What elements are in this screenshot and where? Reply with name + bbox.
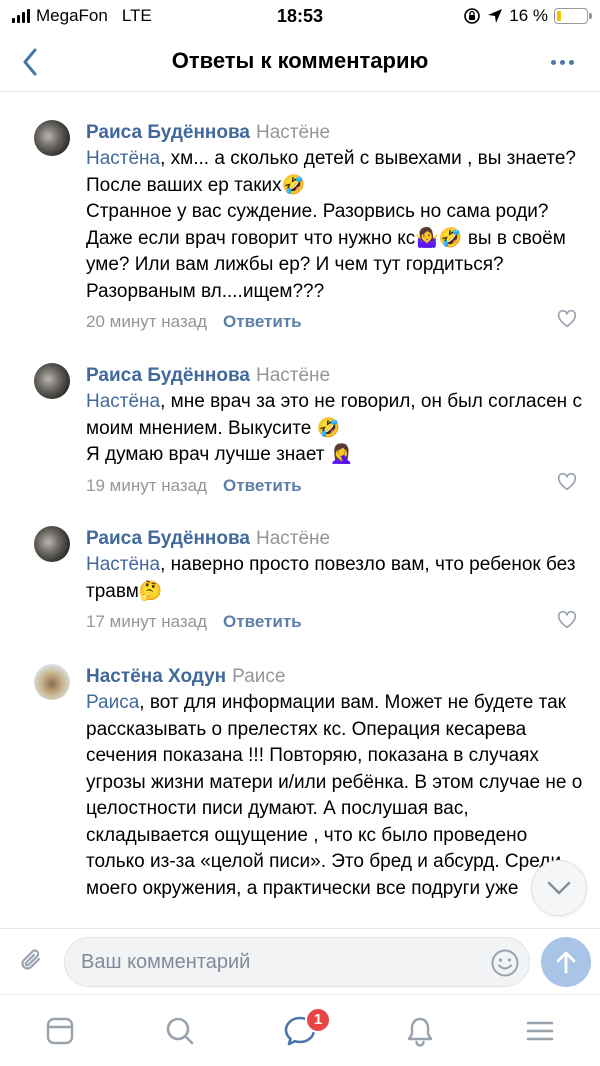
nav-bar: Ответы к комментарию xyxy=(0,32,600,92)
scroll-down-button[interactable] xyxy=(531,860,587,916)
send-arrow-icon xyxy=(556,951,576,974)
comment-text-body: , хм... а сколько детей с вывехами , вы … xyxy=(86,148,576,302)
notifications-icon xyxy=(407,1017,433,1047)
comment-mention[interactable]: Настёна xyxy=(86,391,160,412)
comment-meta: 19 минут назад Ответить xyxy=(86,473,586,499)
comment-author[interactable]: Раиса Будённова xyxy=(86,122,250,143)
tab-menu[interactable] xyxy=(520,1011,560,1051)
comment-time: 17 минут назад xyxy=(86,612,208,631)
comment-text-body: , наверно просто повезло вам, что ребено… xyxy=(86,554,576,602)
heart-icon[interactable] xyxy=(556,471,578,493)
comment-mention[interactable]: Настёна xyxy=(86,554,160,575)
heart-icon[interactable] xyxy=(556,609,578,631)
comment-text-body: , мне врач за это не говорил, он был сог… xyxy=(86,391,582,465)
comment-header: Раиса Будённова Настёне xyxy=(86,363,586,389)
chevron-down-icon xyxy=(547,881,571,895)
comment-input[interactable] xyxy=(81,938,481,986)
avatar[interactable] xyxy=(34,664,70,700)
tab-news[interactable] xyxy=(40,1011,80,1051)
reply-button[interactable]: Ответить xyxy=(223,312,302,331)
comment-body: Раиса Будённова Настёне Настёна, мне врач… xyxy=(86,363,586,499)
emoji-button[interactable] xyxy=(489,947,521,979)
comment-reply-to: Настёне xyxy=(256,122,331,143)
comment-text: Раиса, вот для информации вам. Может не … xyxy=(86,690,586,902)
comment-header: Настёна Ходун Раисе xyxy=(86,664,586,690)
status-bar: MegaFon LTE 18:53 16 % xyxy=(0,0,600,32)
battery-percent: 16 % xyxy=(509,6,548,25)
battery-fill xyxy=(557,11,561,21)
tab-bar: 1 xyxy=(0,994,600,1066)
comment-composer xyxy=(0,928,600,994)
news-icon xyxy=(46,1017,74,1045)
comment-time: 20 минут назад xyxy=(86,312,208,331)
avatar[interactable] xyxy=(34,363,70,399)
comment-author[interactable]: Настёна Ходун xyxy=(86,666,226,687)
tab-notifications[interactable] xyxy=(400,1011,440,1051)
send-button[interactable] xyxy=(541,937,591,987)
comment-author[interactable]: Раиса Будённова xyxy=(86,365,250,386)
avatar[interactable] xyxy=(34,526,70,562)
comment-body: Настёна Ходун Раисе Раиса, вот для информ… xyxy=(86,664,586,902)
status-right: 16 % xyxy=(463,6,592,26)
battery-icon xyxy=(554,8,592,24)
comment-text: Настёна, мне врач за это не говорил, он … xyxy=(86,389,586,469)
location-icon xyxy=(488,9,503,23)
comment-meta: 20 минут назад Ответить xyxy=(86,309,586,335)
page-title: Ответы к комментарию xyxy=(171,48,429,73)
comments-list[interactable]: Раиса Будённова Настёне Настёна, хм... а … xyxy=(0,93,600,928)
comment-time: 19 минут назад xyxy=(86,475,208,495)
comment-mention[interactable]: Настёна xyxy=(86,148,160,169)
more-dot xyxy=(568,59,574,65)
menu-icon xyxy=(526,1021,554,1041)
comment-input-wrapper xyxy=(64,937,530,987)
comment-author[interactable]: Раиса Будённова xyxy=(86,528,250,549)
reply-button[interactable]: Ответить xyxy=(223,476,302,495)
heart-icon[interactable] xyxy=(556,308,578,330)
messages-badge: 1 xyxy=(305,1007,331,1033)
comment-text: Настёна, наверно просто повезло вам, что… xyxy=(86,552,586,605)
more-button[interactable] xyxy=(544,50,580,74)
avatar[interactable] xyxy=(34,120,70,156)
orientation-lock-icon xyxy=(464,8,481,24)
search-icon xyxy=(166,1017,194,1045)
smiley-icon xyxy=(491,949,519,977)
comment-header: Раиса Будённова Настёне xyxy=(86,526,586,552)
attach-button[interactable] xyxy=(14,943,50,979)
comment-mention[interactable]: Раиса xyxy=(86,692,139,713)
tab-search[interactable] xyxy=(160,1011,200,1051)
comment-reply-to: Раисе xyxy=(232,666,286,687)
more-dot xyxy=(559,59,565,65)
comment-body: Раиса Будённова Настёне Настёна, наверно … xyxy=(86,526,586,635)
reply-button[interactable]: Ответить xyxy=(223,612,302,631)
comment-reply-to: Настёне xyxy=(256,528,331,549)
comment-meta: 17 минут назад Ответить xyxy=(86,609,586,635)
more-dots-icon xyxy=(550,59,556,65)
paperclip-icon xyxy=(21,949,41,970)
comment-body: Раиса Будённова Настёне Настёна, хм... а … xyxy=(86,120,586,335)
comment-text: Настёна, хм... а сколько детей с вывехам… xyxy=(86,146,586,305)
comment-header: Раиса Будённова Настёне xyxy=(86,120,586,146)
comment-reply-to: Настёне xyxy=(256,365,331,386)
comment-text-body: , вот для информации вам. Может не будет… xyxy=(86,692,583,899)
